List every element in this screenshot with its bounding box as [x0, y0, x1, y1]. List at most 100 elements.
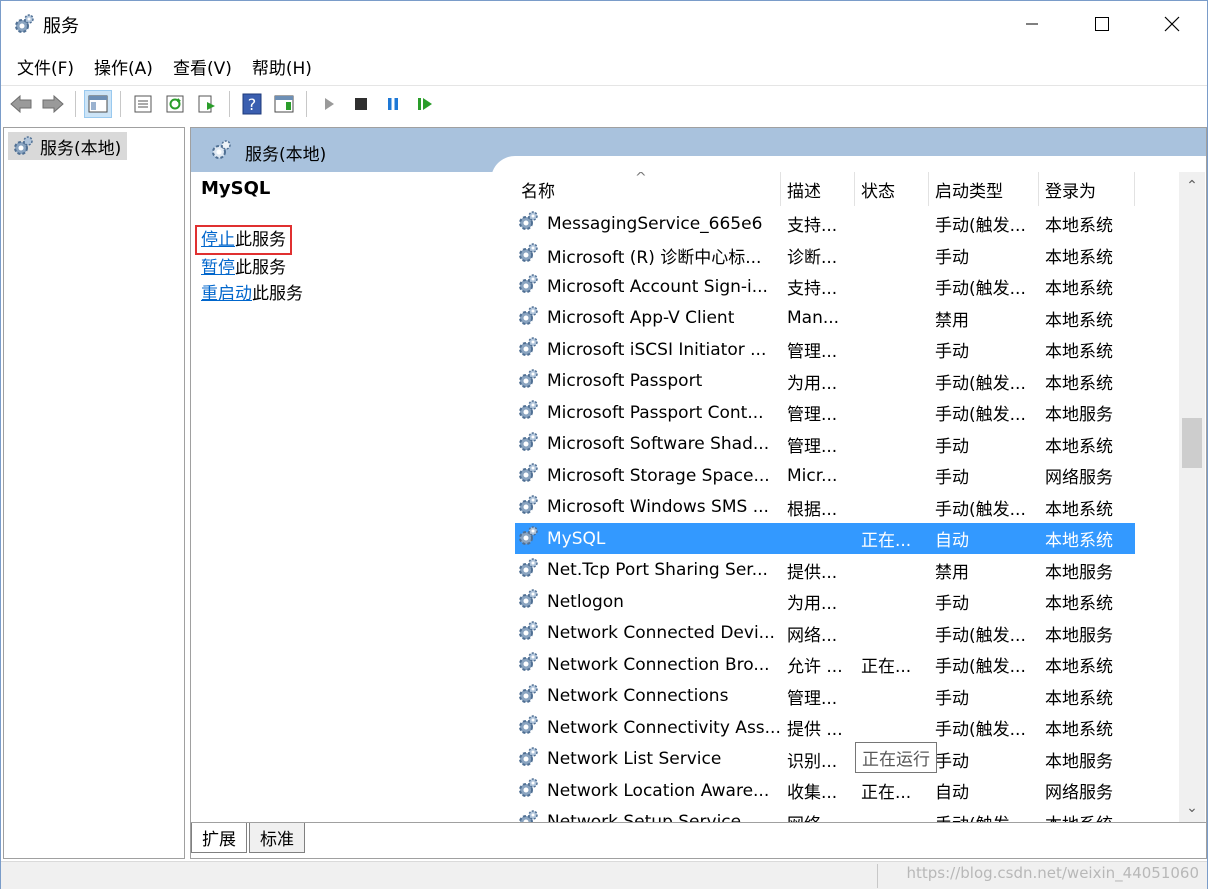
service-row[interactable]: Microsoft (R) 诊断中心标... 诊断... 手动 本地系统	[515, 240, 1135, 272]
service-name-cell: Network Connected Devi...	[515, 618, 781, 649]
column-header-status[interactable]: 状态	[855, 172, 929, 206]
service-row[interactable]: Network Connections 管理... 手动 本地系统	[515, 681, 1135, 713]
service-row[interactable]: MySQL 正在... 自动 本地系统	[515, 523, 1135, 555]
service-row[interactable]: Microsoft App-V Client Man... 禁用 本地系统	[515, 303, 1135, 335]
service-gear-icon	[517, 494, 541, 521]
service-gear-icon	[517, 809, 541, 822]
service-row[interactable]: Network Setup Service网络... 手动(触发...本地系统	[515, 807, 1135, 822]
scroll-down-arrow-icon[interactable]: ⌄	[1179, 794, 1205, 822]
service-row[interactable]: Microsoft Passport 为用... 手动(触发... 本地系统	[515, 366, 1135, 398]
service-name: Microsoft Software Shad...	[547, 434, 770, 455]
service-log-on-as: 本地系统	[1045, 436, 1113, 457]
service-log-on-as: 本地系统	[1039, 523, 1135, 555]
service-gear-icon	[517, 588, 541, 615]
service-startup-type: 手动(触发...	[935, 625, 1026, 646]
services-window: 服务 文件(F) 操作(A) 查看(V) 帮助(H) ? 服务(本地) 服务(本…	[0, 0, 1208, 889]
tab-extended[interactable]: 扩展	[191, 823, 247, 853]
column-header-name[interactable]: ^ 名称	[515, 172, 781, 206]
close-button[interactable]	[1137, 1, 1207, 47]
column-header-description[interactable]: 描述	[781, 172, 855, 206]
service-row[interactable]: MessagingService_665e6 支持... 手动(触发... 本地系统	[515, 208, 1135, 240]
tab-standard[interactable]: 标准	[249, 823, 305, 853]
service-name: Microsoft Windows SMS ...	[547, 497, 769, 518]
service-name-cell: Network Location Aware...	[515, 775, 781, 806]
export-list-button[interactable]	[193, 90, 221, 118]
service-row[interactable]: Microsoft Windows SMS ... 根据... 手动(触发... 本地…	[515, 492, 1135, 524]
service-name: Network Setup Service	[545, 807, 781, 822]
service-name-cell: Net.Tcp Port Sharing Ser...	[515, 555, 781, 586]
restart-service-link[interactable]: 重启动	[201, 284, 252, 304]
scroll-up-arrow-icon[interactable]: ⌃	[1179, 172, 1205, 200]
menu-action[interactable]: 操作(A)	[84, 54, 163, 79]
selected-service-name: MySQL	[201, 178, 271, 199]
service-gear-icon	[517, 777, 541, 804]
service-row[interactable]: Network Connectivity Ass... 提供 ... 手动(触发..…	[515, 712, 1135, 744]
service-row[interactable]: Network Connection Bro... 允许 ... 正在... 手动(触…	[515, 649, 1135, 681]
service-startup-type: 手动(触发...	[935, 657, 1026, 678]
service-row[interactable]: Microsoft iSCSI Initiator ... 管理... 手动 本地系统	[515, 334, 1135, 366]
service-log-on-as: 本地系统	[1045, 499, 1113, 520]
service-name-cell: Microsoft App-V Client	[515, 303, 781, 334]
service-name-cell: Microsoft Passport Cont...	[515, 397, 781, 428]
service-name: Microsoft (R) 诊断中心标...	[547, 247, 762, 268]
service-gear-icon	[517, 620, 541, 647]
toolbar: ?	[1, 85, 1207, 121]
refresh-button[interactable]	[161, 90, 189, 118]
properties-button[interactable]	[129, 90, 157, 118]
service-log-on-as: 本地系统	[1045, 657, 1113, 678]
maximize-button[interactable]	[1067, 1, 1137, 47]
back-button[interactable]	[7, 90, 35, 118]
menu-help[interactable]: 帮助(H)	[242, 54, 322, 79]
restart-service-button[interactable]	[411, 90, 439, 118]
column-header-label: 名称	[521, 181, 555, 202]
service-row[interactable]: Microsoft Account Sign-i... 支持... 手动(触发...…	[515, 271, 1135, 303]
tree-item-services-local[interactable]: 服务(本地)	[8, 132, 128, 160]
stop-service-button[interactable]	[347, 90, 375, 118]
forward-button[interactable]	[39, 90, 67, 118]
services-gear-icon	[15, 14, 34, 33]
service-startup-type: 自动	[935, 783, 969, 804]
list-header: ^ 名称 描述 状态 启动类型 登录为	[515, 172, 1135, 206]
pause-service-link[interactable]: 暂停	[201, 258, 235, 278]
vertical-scrollbar[interactable]: ⌃ ⌄	[1179, 172, 1205, 822]
column-header-startup-type[interactable]: 启动类型	[929, 172, 1039, 206]
list-rows: MessagingService_665e6 支持... 手动(触发... 本地系统 M…	[515, 208, 1135, 822]
scrollbar-thumb[interactable]	[1182, 418, 1202, 468]
menu-bar: 文件(F) 操作(A) 查看(V) 帮助(H)	[1, 49, 1207, 83]
service-gear-icon	[517, 525, 541, 552]
menu-file[interactable]: 文件(F)	[7, 54, 84, 79]
service-row[interactable]: Microsoft Passport Cont... 管理... 手动(触发... 本…	[515, 397, 1135, 429]
pane-header: 服务(本地)	[191, 128, 1206, 186]
service-description: 为用...	[787, 373, 838, 394]
watermark-text: https://blog.csdn.net/weixin_44051060	[906, 864, 1199, 882]
service-gear-icon	[517, 242, 541, 269]
service-row[interactable]: Network List Service 识别... 手动 本地服务	[515, 744, 1135, 776]
service-row[interactable]: Microsoft Software Shad... 管理... 手动 本地系统	[515, 429, 1135, 461]
restart-icon	[418, 97, 432, 110]
service-row[interactable]: Netlogon 为用... 手动 本地系统	[515, 586, 1135, 618]
start-service-button[interactable]	[315, 90, 343, 118]
minimize-button[interactable]	[997, 1, 1067, 47]
service-name: MessagingService_665e6	[547, 213, 763, 234]
column-header-log-on-as[interactable]: 登录为	[1039, 172, 1135, 206]
service-startup-type: 手动(触发...	[935, 373, 1026, 394]
show-hide-action-pane-button[interactable]	[270, 90, 298, 118]
service-description: 提供 ...	[787, 720, 843, 741]
show-hide-console-tree-button[interactable]	[84, 89, 112, 118]
service-log-on-as: 本地服务	[1045, 405, 1113, 426]
service-description: Micr...	[787, 465, 838, 486]
service-row[interactable]: Network Connected Devi... 网络... 手动(触发... 本地…	[515, 618, 1135, 650]
help-button[interactable]: ?	[238, 90, 266, 118]
service-row[interactable]: Network Location Aware... 收集... 正在... 自动 网络服…	[515, 775, 1135, 807]
service-startup-type: 手动(触发...	[929, 810, 1039, 822]
service-name-cell: Network Setup Service	[515, 807, 781, 822]
toolbar-separator	[229, 90, 230, 117]
service-gear-icon	[517, 305, 541, 332]
service-row[interactable]: Net.Tcp Port Sharing Ser... 提供... 禁用 本地服务	[515, 555, 1135, 587]
pause-service-button[interactable]	[379, 90, 407, 118]
service-row[interactable]: Microsoft Storage Space... Micr... 手动 网络服务	[515, 460, 1135, 492]
stop-service-link[interactable]: 停止	[201, 230, 235, 250]
service-log-on-as: 本地系统	[1045, 688, 1113, 709]
forward-arrow-icon	[42, 94, 64, 113]
menu-view[interactable]: 查看(V)	[163, 54, 242, 79]
